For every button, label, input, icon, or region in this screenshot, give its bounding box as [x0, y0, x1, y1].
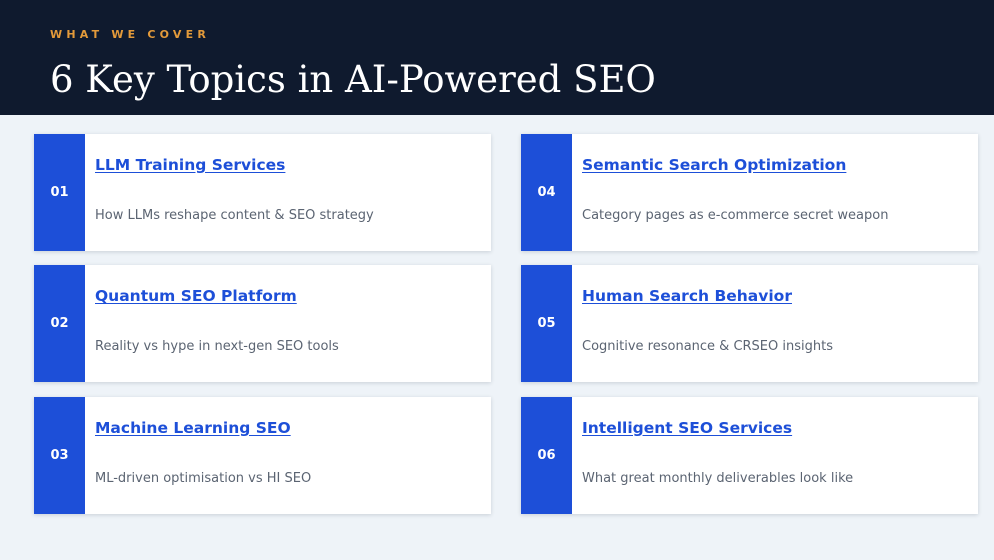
- topic-description: What great monthly deliverables look lik…: [582, 471, 854, 486]
- topic-description: Reality vs hype in next-gen SEO tools: [95, 339, 339, 354]
- topic-title-link[interactable]: Semantic Search Optimization: [582, 156, 846, 174]
- topic-number: 03: [34, 397, 85, 514]
- topic-number: 05: [521, 265, 572, 382]
- topic-card: 06 Intelligent SEO Services What great m…: [521, 397, 978, 514]
- topic-description: ML-driven optimisation vs HI SEO: [95, 471, 312, 486]
- eyebrow-label: WHAT WE COVER: [50, 28, 211, 41]
- header-band: WHAT WE COVER 6 Key Topics in AI-Powered…: [0, 0, 994, 115]
- topic-description: Category pages as e-commerce secret weap…: [582, 208, 889, 223]
- topic-description: Cognitive resonance & CRSEO insights: [582, 339, 833, 354]
- topic-title-link[interactable]: Human Search Behavior: [582, 287, 792, 305]
- topic-number: 02: [34, 265, 85, 382]
- topic-title-link[interactable]: LLM Training Services: [95, 156, 285, 174]
- topic-card: 03 Machine Learning SEO ML-driven optimi…: [34, 397, 491, 514]
- topic-number: 04: [521, 134, 572, 251]
- topic-card: 02 Quantum SEO Platform Reality vs hype …: [34, 265, 491, 382]
- topic-number: 01: [34, 134, 85, 251]
- page-title: 6 Key Topics in AI-Powered SEO: [50, 58, 656, 101]
- topic-title-link[interactable]: Machine Learning SEO: [95, 419, 291, 437]
- topic-card: 01 LLM Training Services How LLMs reshap…: [34, 134, 491, 251]
- topic-description: How LLMs reshape content & SEO strategy: [95, 208, 374, 223]
- topic-card: 04 Semantic Search Optimization Category…: [521, 134, 978, 251]
- topic-title-link[interactable]: Quantum SEO Platform: [95, 287, 297, 305]
- topic-title-link[interactable]: Intelligent SEO Services: [582, 419, 792, 437]
- topic-card: 05 Human Search Behavior Cognitive reson…: [521, 265, 978, 382]
- topic-number: 06: [521, 397, 572, 514]
